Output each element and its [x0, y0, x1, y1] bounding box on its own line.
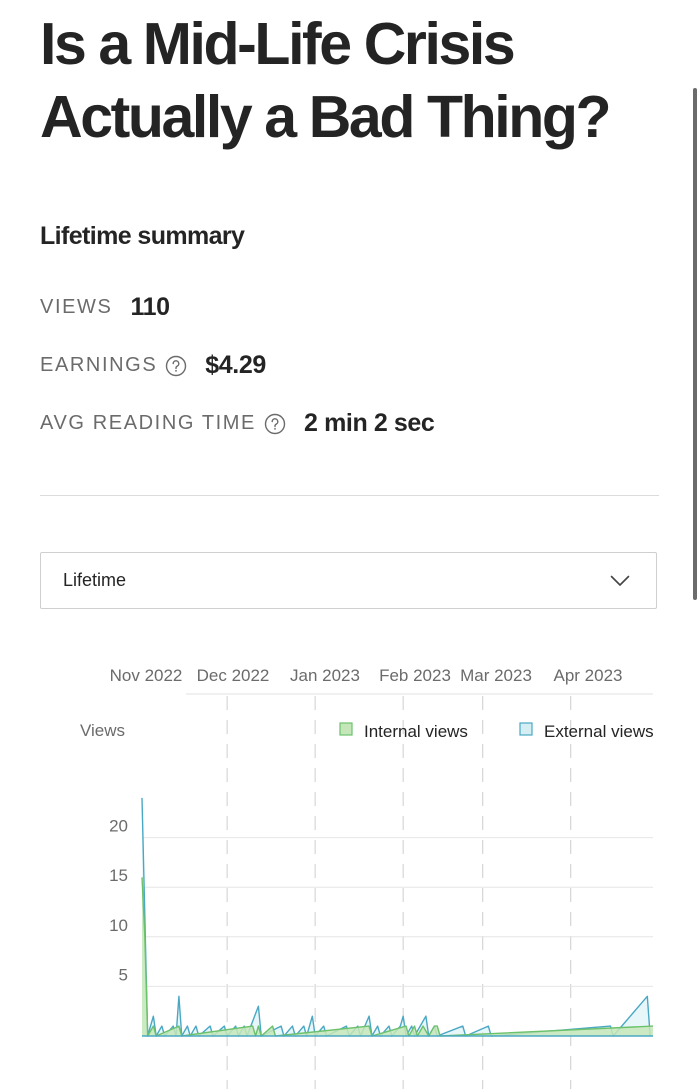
x-tick-label: Nov 2022 [110, 666, 183, 685]
views-label: VIEWS [40, 296, 113, 318]
scrollbar[interactable] [693, 88, 697, 600]
internal-legend-swatch [339, 722, 353, 736]
article-title: Is a Mid-Life Crisis Actually a Bad Thin… [40, 11, 612, 150]
avg-reading-value: 2 min 2 sec [304, 409, 435, 437]
question-circle-icon[interactable] [264, 413, 286, 435]
y-tick-label: 5 [119, 965, 128, 984]
y-tick-label: 20 [109, 817, 128, 836]
chart-legend: Internal views External views [339, 722, 654, 741]
views-value: 110 [130, 293, 170, 321]
internal-views-line [141, 877, 654, 1037]
views-stat: VIEWS 110 [40, 293, 170, 322]
x-tick-labels: Nov 2022 Dec 2022 Jan 2023 Feb 2023 Mar 2023… [110, 666, 623, 685]
x-tick-label: Feb 2023 [379, 666, 451, 685]
y-tick-labels: 5 10 15 20 [109, 817, 128, 985]
y-axis-label: Views [80, 721, 125, 740]
time-range-value: Lifetime [63, 570, 127, 590]
y-tick-label: 15 [109, 866, 128, 885]
summary-heading: Lifetime summary [40, 222, 245, 250]
earnings-value: $4.29 [205, 351, 266, 379]
avg-reading-label: AVG READING TIME [40, 412, 257, 434]
x-tick-label: Apr 2023 [554, 666, 623, 685]
x-tick-label: Dec 2022 [197, 666, 270, 685]
chevron-down-icon [610, 575, 630, 586]
x-tick-label: Jan 2023 [290, 666, 360, 685]
avg-reading-stat: AVG READING TIME 2 min 2 sec [40, 409, 435, 438]
series-layer [141, 797, 654, 1037]
external-views-area [142, 797, 651, 1036]
question-circle-icon[interactable] [165, 355, 187, 377]
x-tick-label: Mar 2023 [460, 666, 532, 685]
divider [40, 495, 659, 496]
earnings-stat: EARNINGS $4.29 [40, 351, 266, 380]
views-chart: Nov 2022 Dec 2022 Jan 2023 Feb 2023 Mar 2023… [80, 666, 654, 1089]
external-views-line [141, 797, 651, 1037]
internal-legend-label: Internal views [364, 722, 468, 741]
earnings-label: EARNINGS [40, 354, 158, 376]
internal-views-area [142, 877, 653, 1036]
time-range-select[interactable]: Lifetime [40, 552, 657, 609]
y-grid [142, 837, 653, 987]
external-legend-label: External views [544, 722, 654, 741]
y-tick-label: 10 [109, 916, 128, 935]
external-legend-swatch [519, 722, 533, 736]
